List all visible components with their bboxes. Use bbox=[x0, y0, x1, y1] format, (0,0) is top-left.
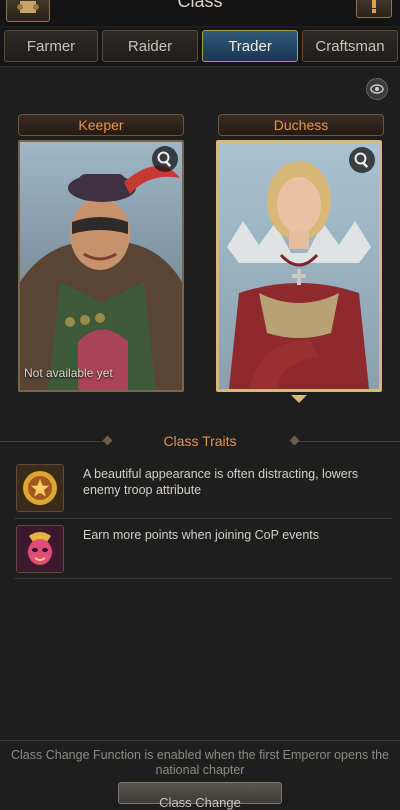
magnifier-icon bbox=[354, 152, 369, 168]
duchess-portrait-image bbox=[219, 143, 379, 389]
status-not-available: Not available yet bbox=[24, 366, 113, 380]
card-label-duchess: Duchess bbox=[218, 114, 384, 136]
trait-divider bbox=[14, 518, 392, 519]
info-button[interactable] bbox=[356, 0, 392, 18]
view-toggle-button[interactable] bbox=[366, 78, 388, 100]
header-bar: Class bbox=[0, 0, 400, 26]
class-traits-header: Class Traits bbox=[0, 430, 400, 454]
footer-divider bbox=[0, 740, 400, 741]
tab-trader[interactable]: Trader bbox=[202, 30, 298, 62]
gold-medal-icon bbox=[16, 464, 64, 512]
portrait-keeper[interactable]: Not available yet bbox=[18, 140, 184, 392]
eye-icon bbox=[370, 84, 384, 94]
trait-description: Earn more points when joining CoP events bbox=[83, 528, 320, 542]
trait-divider bbox=[14, 578, 392, 579]
selected-indicator-arrow bbox=[291, 395, 307, 403]
magnifier-icon bbox=[157, 151, 172, 167]
class-change-button[interactable]: Class Change bbox=[118, 782, 282, 810]
trait-row: A beautiful appearance is often distract… bbox=[14, 462, 392, 522]
tab-craftsman[interactable]: Craftsman bbox=[302, 30, 398, 62]
carnival-mask-icon bbox=[16, 525, 64, 573]
trait-row: Earn more points when joining CoP events bbox=[14, 523, 392, 583]
info-icon bbox=[372, 0, 376, 13]
keeper-portrait-image bbox=[20, 142, 182, 390]
divider-line bbox=[298, 441, 400, 442]
card-label-keeper: Keeper bbox=[18, 114, 184, 136]
zoom-button-keeper[interactable] bbox=[152, 146, 178, 172]
page-title: Class bbox=[177, 0, 223, 11]
tab-raider[interactable]: Raider bbox=[102, 30, 198, 62]
portrait-duchess[interactable] bbox=[216, 140, 382, 392]
trait-description: A beautiful appearance is often distract… bbox=[83, 467, 359, 497]
class-change-note: Class Change Function is enabled when th… bbox=[11, 748, 389, 777]
class-tabs: Farmer Raider Trader Craftsman bbox=[0, 28, 400, 67]
tab-farmer[interactable]: Farmer bbox=[4, 30, 98, 62]
zoom-button-duchess[interactable] bbox=[349, 147, 375, 173]
